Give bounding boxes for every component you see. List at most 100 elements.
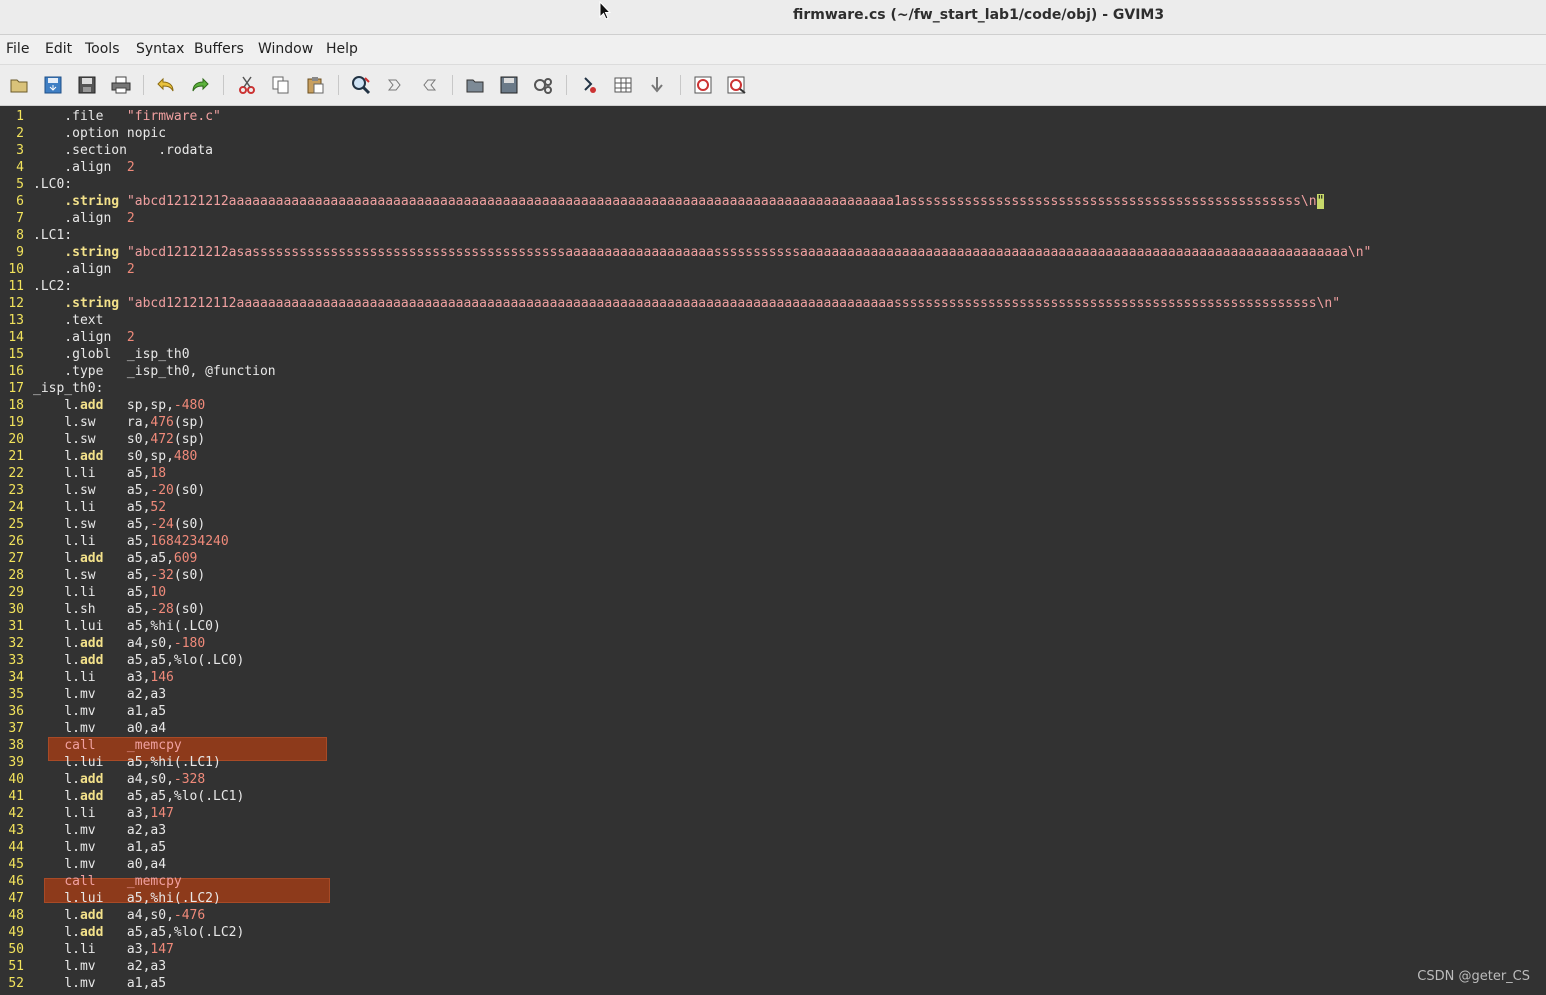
code-line[interactable]: 50 l.li a3,147 [0, 941, 1546, 958]
code-line[interactable]: 36 l.mv a1,a5 [0, 703, 1546, 720]
code-line[interactable]: 2 .option nopic [0, 125, 1546, 142]
toolbar-separator [223, 75, 224, 95]
code-line[interactable]: 23 l.sw a5,-20(s0) [0, 482, 1546, 499]
code-line[interactable]: 40 l.add a4,s0,-328 [0, 771, 1546, 788]
cut-icon[interactable] [236, 74, 258, 96]
code-line[interactable]: 18 l.add sp,sp,-480 [0, 397, 1546, 414]
code-line[interactable]: 35 l.mv a2,a3 [0, 686, 1546, 703]
code-line[interactable]: 4 .align 2 [0, 159, 1546, 176]
code-line[interactable]: 8 .LC1: [0, 227, 1546, 244]
line-number: 49 [8, 925, 24, 940]
open-icon[interactable] [8, 74, 30, 96]
code-line[interactable]: 42 l.li a3,147 [0, 805, 1546, 822]
build-tags-icon[interactable] [612, 74, 634, 96]
code-line[interactable]: 10 .align 2 [0, 261, 1546, 278]
code-line[interactable]: 24 l.li a5,52 [0, 499, 1546, 516]
undo-icon[interactable] [155, 74, 177, 96]
toolbar-separator [143, 75, 144, 95]
print-icon[interactable] [110, 74, 132, 96]
code-line[interactable]: 45 l.mv a0,a4 [0, 856, 1546, 873]
code-line[interactable]: 19 l.sw ra,476(sp) [0, 414, 1546, 431]
toolbar [0, 65, 1546, 106]
copy-icon[interactable] [270, 74, 292, 96]
menu-help[interactable]: Help [326, 41, 358, 57]
load-session-icon[interactable] [464, 74, 486, 96]
menu-syntax[interactable]: Syntax [136, 41, 184, 57]
find-replace-icon[interactable] [350, 74, 372, 96]
line-text: l.add s0,sp,480 [33, 449, 198, 464]
code-line[interactable]: 3 .section .rodata [0, 142, 1546, 159]
save-icon[interactable] [42, 74, 64, 96]
find-prev-icon[interactable] [418, 74, 440, 96]
code-line[interactable]: 31 l.lui a5,%hi(.LC0) [0, 618, 1546, 635]
code-line[interactable]: 29 l.li a5,10 [0, 584, 1546, 601]
menu-buffers[interactable]: Buffers [194, 41, 244, 57]
menu-tools[interactable]: Tools [85, 41, 120, 57]
code-line[interactable]: 12 .string "abcd121212112aaaaaaaaaaaaaaa… [0, 295, 1546, 312]
code-line[interactable]: 22 l.li a5,18 [0, 465, 1546, 482]
line-text: .option nopic [33, 126, 167, 141]
code-line[interactable]: 38 call _memcpy [0, 737, 1546, 754]
save-session-icon[interactable] [498, 74, 520, 96]
line-number: 30 [8, 602, 24, 617]
code-line[interactable]: 1 .file "firmware.c" [0, 108, 1546, 125]
line-number: 51 [8, 959, 24, 974]
code-line[interactable]: 28 l.sw a5,-32(s0) [0, 567, 1546, 584]
code-line[interactable]: 44 l.mv a1,a5 [0, 839, 1546, 856]
code-line[interactable]: 5 .LC0: [0, 176, 1546, 193]
code-line[interactable]: 39 l.lui a5,%hi(.LC1) [0, 754, 1546, 771]
line-number: 25 [8, 517, 24, 532]
code-line[interactable]: 52 l.mv a1,a5 [0, 975, 1546, 992]
line-number: 32 [8, 636, 24, 651]
code-line[interactable]: 13 .text [0, 312, 1546, 329]
code-line[interactable]: 14 .align 2 [0, 329, 1546, 346]
menu-window[interactable]: Window [258, 41, 313, 57]
line-number: 52 [8, 976, 24, 991]
line-number: 35 [8, 687, 24, 702]
redo-icon[interactable] [189, 74, 211, 96]
code-line[interactable]: 51 l.mv a2,a3 [0, 958, 1546, 975]
code-line[interactable]: 30 l.sh a5,-28(s0) [0, 601, 1546, 618]
code-line[interactable]: 47 l.lui a5,%hi(.LC2) [0, 890, 1546, 907]
code-line[interactable]: 46 call _memcpy [0, 873, 1546, 890]
run-script-icon[interactable] [532, 74, 554, 96]
line-text: l.sw a5,-32(s0) [33, 568, 206, 583]
code-line[interactable]: 37 l.mv a0,a4 [0, 720, 1546, 737]
line-text: .LC2: [33, 279, 73, 294]
line-number: 27 [8, 551, 24, 566]
toolbar-separator [566, 75, 567, 95]
code-line[interactable]: 27 l.add a5,a5,609 [0, 550, 1546, 567]
code-line[interactable]: 20 l.sw s0,472(sp) [0, 431, 1546, 448]
line-number: 18 [8, 398, 24, 413]
find-help-icon[interactable] [726, 74, 748, 96]
make-icon[interactable] [578, 74, 600, 96]
code-line[interactable]: 43 l.mv a2,a3 [0, 822, 1546, 839]
menu-file[interactable]: File [6, 41, 29, 57]
code-line[interactable]: 41 l.add a5,a5,%lo(.LC1) [0, 788, 1546, 805]
code-line[interactable]: 26 l.li a5,1684234240 [0, 533, 1546, 550]
code-line[interactable]: 32 l.add a4,s0,-180 [0, 635, 1546, 652]
save-all-icon[interactable] [76, 74, 98, 96]
line-number: 20 [8, 432, 24, 447]
code-line[interactable]: 7 .align 2 [0, 210, 1546, 227]
code-line[interactable]: 48 l.add a4,s0,-476 [0, 907, 1546, 924]
code-line[interactable]: 25 l.sw a5,-24(s0) [0, 516, 1546, 533]
help-icon[interactable] [692, 74, 714, 96]
code-line[interactable]: 11 .LC2: [0, 278, 1546, 295]
line-number: 45 [8, 857, 24, 872]
find-next-icon[interactable] [384, 74, 406, 96]
code-line[interactable]: 9 .string "abcd12121212asassssssssssssss… [0, 244, 1546, 261]
jump-to-tag-icon[interactable] [646, 74, 668, 96]
code-line[interactable]: 15 .globl _isp_th0 [0, 346, 1546, 363]
code-line[interactable]: 49 l.add a5,a5,%lo(.LC2) [0, 924, 1546, 941]
code-line[interactable]: 6 .string "abcd12121212aaaaaaaaaaaaaaaaa… [0, 193, 1546, 210]
line-text: l.li a5,18 [33, 466, 167, 481]
code-line[interactable]: 33 l.add a5,a5,%lo(.LC0) [0, 652, 1546, 669]
menu-edit[interactable]: Edit [45, 41, 72, 57]
code-line[interactable]: 17 _isp_th0: [0, 380, 1546, 397]
paste-icon[interactable] [304, 74, 326, 96]
code-editor[interactable]: 1 .file "firmware.c" 2 .option nopic 3 .se… [0, 106, 1546, 995]
code-line[interactable]: 34 l.li a3,146 [0, 669, 1546, 686]
code-line[interactable]: 16 .type _isp_th0, @function [0, 363, 1546, 380]
code-line[interactable]: 21 l.add s0,sp,480 [0, 448, 1546, 465]
